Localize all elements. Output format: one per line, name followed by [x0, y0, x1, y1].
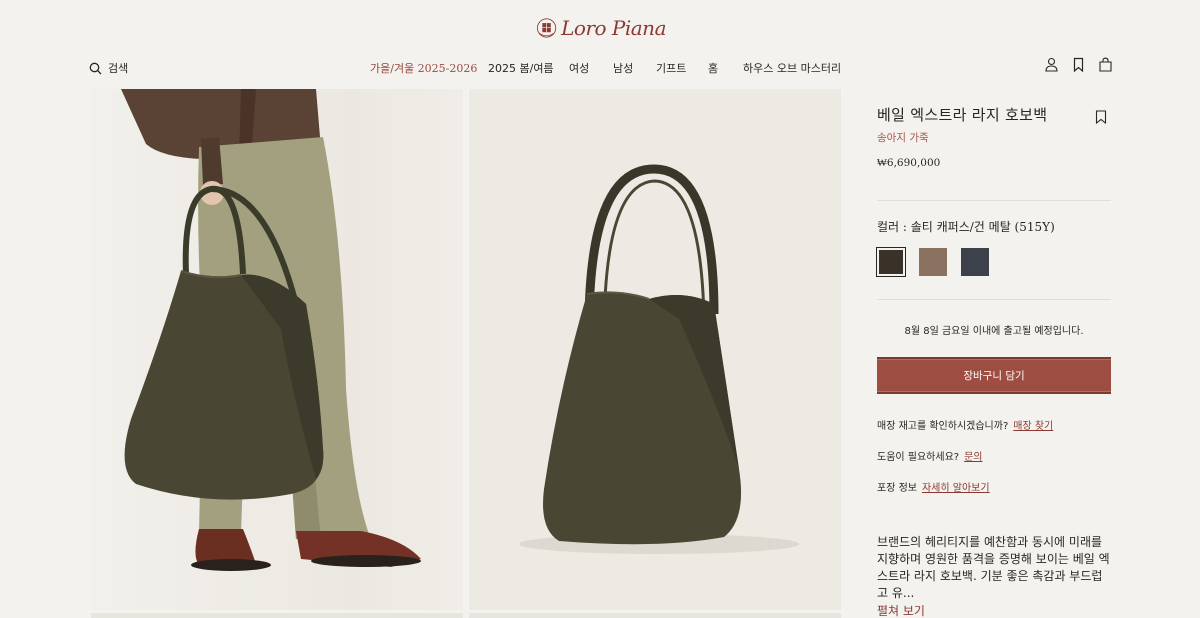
find-store-link[interactable]: 매장 찾기: [1013, 421, 1053, 432]
brand-wordmark: Loro Piana: [561, 16, 666, 40]
product-title: 베일 엑스트라 라지 호보백: [877, 106, 1048, 124]
add-to-cart-button[interactable]: 장바구니 담기: [877, 357, 1111, 394]
swatch-salty-canvas[interactable]: [876, 247, 906, 277]
nav-item-house-of-mastery[interactable]: 하우스 오브 마스터리: [743, 60, 843, 76]
header-actions: [1044, 57, 1113, 73]
store-question: 매장 재고를 확인하시겠습니까?: [877, 421, 1009, 432]
nav-item-gifts[interactable]: 기프트: [656, 60, 708, 76]
gallery-next-row: [469, 613, 841, 618]
nav-item-women[interactable]: 여성: [569, 60, 613, 76]
main-nav: 가을/겨울 2025-2026 2025 봄/여름 여성 남성 기프트 홈 하우…: [370, 60, 843, 76]
gallery-next-row: [91, 613, 463, 618]
packaging-line: 포장 정보 자세히 알아보기: [877, 479, 1111, 494]
search-label: 검색: [108, 62, 129, 75]
brand-logo[interactable]: Loro Piana: [536, 12, 666, 44]
product-price: ₩6,690,000: [877, 157, 941, 169]
nav-item-ss-2025[interactable]: 2025 봄/여름: [488, 60, 569, 76]
bookmark-icon[interactable]: [1071, 57, 1086, 73]
shopping-bag-icon[interactable]: [1098, 57, 1113, 72]
search-icon: [89, 62, 102, 74]
product-description: 브랜드의 헤리티지를 예찬함과 동시에 미래를 지향하며 영원한 품격을 증명해…: [877, 535, 1110, 600]
nav-item-fw-2025[interactable]: 가을/겨울 2025-2026: [370, 60, 488, 76]
nav-item-home[interactable]: 홈: [708, 60, 743, 76]
crest-icon: [536, 18, 557, 38]
swatch-taupe[interactable]: [919, 248, 947, 276]
product-material: 송아지 가죽: [877, 132, 929, 144]
model-holding-bag-image[interactable]: [91, 89, 463, 610]
divider: [877, 299, 1111, 300]
help-question: 도움이 필요하세요?: [877, 452, 960, 463]
color-swatches: [876, 247, 1111, 277]
product-info-panel: 베일 엑스트라 라지 호보백 송아지 가죽 ₩6,690,000 컬러 : 솔티…: [876, 100, 1111, 618]
color-label: 컬러 : 솔티 캐퍼스/건 메탈 (515Y): [877, 220, 1055, 234]
help-line: 도움이 필요하세요? 문의: [877, 448, 1111, 463]
packaging-learn-more-link[interactable]: 자세히 알아보기: [922, 483, 990, 494]
user-icon[interactable]: [1044, 57, 1059, 72]
expand-description-link[interactable]: 펼쳐 보기: [877, 602, 1111, 618]
shipping-note: 8월 8일 금요일 이내에 출고될 예정입니다.: [904, 326, 1084, 337]
packaging-label: 포장 정보: [877, 483, 917, 494]
store-availability: 매장 재고를 확인하시겠습니까? 매장 찾기: [877, 417, 1111, 432]
bag-product-image[interactable]: [469, 89, 841, 610]
bookmark-icon[interactable]: [1095, 110, 1107, 124]
search-button[interactable]: 검색: [89, 60, 128, 76]
swatch-navy[interactable]: [961, 248, 989, 276]
contact-link[interactable]: 문의: [964, 452, 982, 463]
nav-item-men[interactable]: 남성: [613, 60, 656, 76]
divider: [877, 200, 1111, 201]
